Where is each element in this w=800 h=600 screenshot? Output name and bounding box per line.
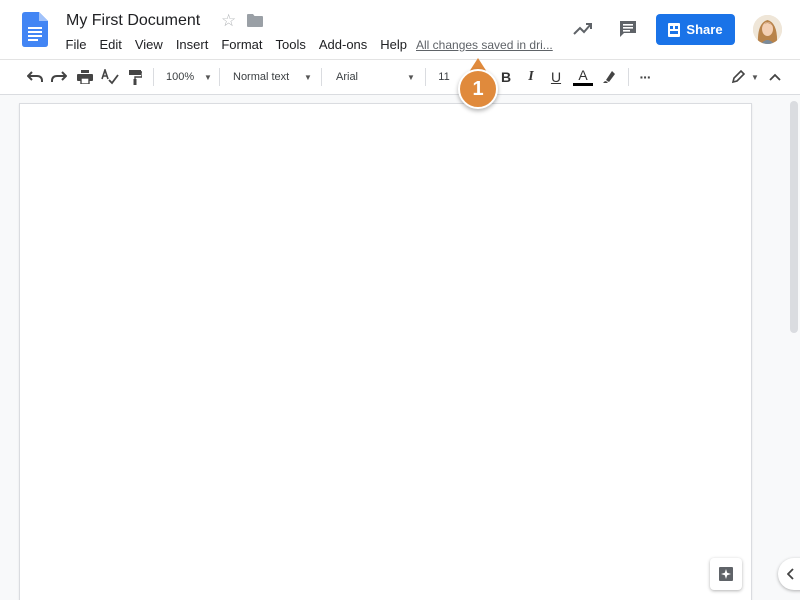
text-color-swatch bbox=[573, 83, 593, 86]
formatting-toolbar: 100% ▼ Normal text ▼ Arial ▼ 11 B I U A … bbox=[0, 59, 800, 95]
star-icon[interactable]: ☆ bbox=[221, 11, 236, 31]
chevron-down-icon: ▼ bbox=[204, 72, 212, 82]
redo-icon[interactable] bbox=[48, 66, 70, 88]
callout-number: 1 bbox=[472, 77, 484, 100]
menu-format[interactable]: Format bbox=[215, 37, 269, 53]
edit-mode-icon[interactable]: ▼ bbox=[728, 66, 762, 88]
font-value: Arial bbox=[336, 71, 359, 83]
collapse-toolbar-icon[interactable] bbox=[765, 66, 785, 88]
chevron-down-icon: ▼ bbox=[407, 72, 415, 82]
menu-view[interactable]: View bbox=[128, 37, 169, 53]
explore-icon bbox=[719, 567, 733, 581]
toolbar-divider bbox=[219, 68, 220, 86]
more-options-button[interactable]: ··· bbox=[634, 66, 656, 88]
share-button[interactable]: Share bbox=[656, 14, 735, 45]
print-icon[interactable] bbox=[74, 66, 96, 88]
italic-label: I bbox=[528, 69, 534, 84]
menu-bar: File Edit View Insert Format Tools Add-o… bbox=[59, 37, 414, 53]
toolbar-divider bbox=[153, 68, 154, 86]
underline-button[interactable]: U bbox=[546, 66, 566, 88]
paint-format-icon[interactable] bbox=[124, 66, 146, 88]
more-label: ··· bbox=[639, 69, 652, 85]
bold-label: B bbox=[500, 69, 512, 85]
highlight-icon[interactable] bbox=[599, 66, 619, 88]
toolbar-divider bbox=[628, 68, 629, 86]
zoom-select[interactable]: 100% ▼ bbox=[160, 66, 214, 88]
document-title[interactable]: My First Document bbox=[66, 12, 200, 30]
app-header: My First Document ☆ File Edit View Inser… bbox=[0, 0, 800, 59]
explore-button[interactable] bbox=[710, 558, 742, 590]
menu-edit[interactable]: Edit bbox=[93, 37, 128, 53]
font-size-value: 11 bbox=[438, 71, 450, 83]
document-page[interactable] bbox=[19, 103, 752, 600]
chevron-left-icon bbox=[787, 568, 794, 580]
text-color-button[interactable]: A bbox=[571, 66, 595, 88]
menu-tools[interactable]: Tools bbox=[269, 37, 312, 53]
font-size-select[interactable]: 11 bbox=[432, 66, 456, 88]
step-callout-badge: 1 bbox=[458, 69, 498, 109]
toolbar-divider bbox=[425, 68, 426, 86]
share-label: Share bbox=[686, 22, 723, 37]
saved-status-link[interactable]: All changes saved in dri... bbox=[416, 37, 553, 53]
chevron-down-icon: ▼ bbox=[751, 72, 759, 82]
style-value: Normal text bbox=[233, 71, 290, 83]
menu-insert[interactable]: Insert bbox=[169, 37, 215, 53]
user-avatar[interactable] bbox=[753, 15, 782, 44]
trend-icon[interactable] bbox=[572, 20, 594, 38]
scrollbar-thumb[interactable] bbox=[790, 101, 798, 333]
bold-button[interactable]: B bbox=[496, 66, 516, 88]
comment-icon[interactable] bbox=[618, 19, 638, 39]
text-color-label: A bbox=[578, 67, 588, 83]
folder-icon[interactable] bbox=[247, 14, 263, 27]
chevron-down-icon: ▼ bbox=[304, 72, 312, 82]
menu-file[interactable]: File bbox=[59, 37, 93, 53]
underline-label: U bbox=[550, 69, 562, 85]
menu-help[interactable]: Help bbox=[374, 37, 414, 53]
italic-button[interactable]: I bbox=[521, 66, 541, 88]
docs-logo-icon[interactable] bbox=[22, 12, 48, 47]
lock-icon bbox=[668, 22, 681, 37]
style-select[interactable]: Normal text ▼ bbox=[226, 66, 316, 88]
spellcheck-icon[interactable] bbox=[99, 66, 121, 88]
menu-addons[interactable]: Add-ons bbox=[312, 37, 373, 53]
zoom-value: 100% bbox=[166, 71, 195, 83]
undo-icon[interactable] bbox=[24, 66, 46, 88]
font-select[interactable]: Arial ▼ bbox=[328, 66, 420, 88]
toolbar-divider bbox=[321, 68, 322, 86]
document-canvas bbox=[0, 95, 787, 600]
